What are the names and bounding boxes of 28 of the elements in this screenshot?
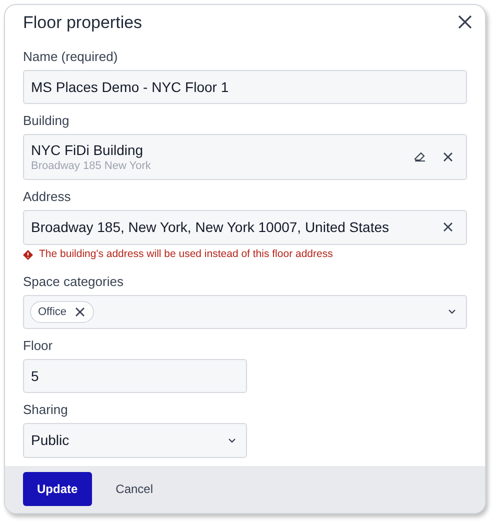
category-select[interactable]: Office: [23, 294, 467, 329]
warning-icon: [23, 250, 33, 260]
field-label: Building: [23, 112, 70, 130]
sharing-select[interactable]: Public: [23, 422, 247, 458]
update-button[interactable]: Update: [23, 472, 92, 506]
warning-message: The building's address will be used instead of this floor address: [39, 246, 333, 262]
building-field[interactable]: NYC FiDi Building Broadway 185 New York: [23, 134, 467, 180]
building-address: Broadway 185 New York: [31, 158, 151, 173]
cancel-button[interactable]: Cancel: [96, 472, 174, 506]
dialog-title: Floor properties: [23, 12, 142, 34]
address-field[interactable]: Broadway 185, New York, New York 10007, United States: [23, 210, 467, 245]
building-name: NYC FiDi Building: [31, 140, 144, 159]
text-field[interactable]: 5: [23, 358, 247, 393]
field-value: Broadway 185, New York, New York 10007, United States: [31, 218, 389, 237]
eraser-icon: [414, 151, 426, 162]
text-field[interactable]: MS Places Demo - NYC Floor 1: [23, 70, 467, 104]
field-label: Name (required): [23, 48, 119, 66]
chevron-down-icon: [448, 309, 456, 314]
field-label: Address: [23, 188, 72, 206]
field-label: Floor: [23, 336, 54, 355]
field-label: Space categories: [23, 272, 124, 291]
close-icon: [74, 306, 85, 317]
close-icon: [443, 222, 453, 232]
close-icon: [443, 152, 453, 162]
category-tag[interactable]: Office: [30, 300, 94, 323]
field-label: Sharing: [23, 400, 69, 419]
chevron-down-icon: [228, 438, 236, 443]
close-icon: [458, 15, 472, 30]
